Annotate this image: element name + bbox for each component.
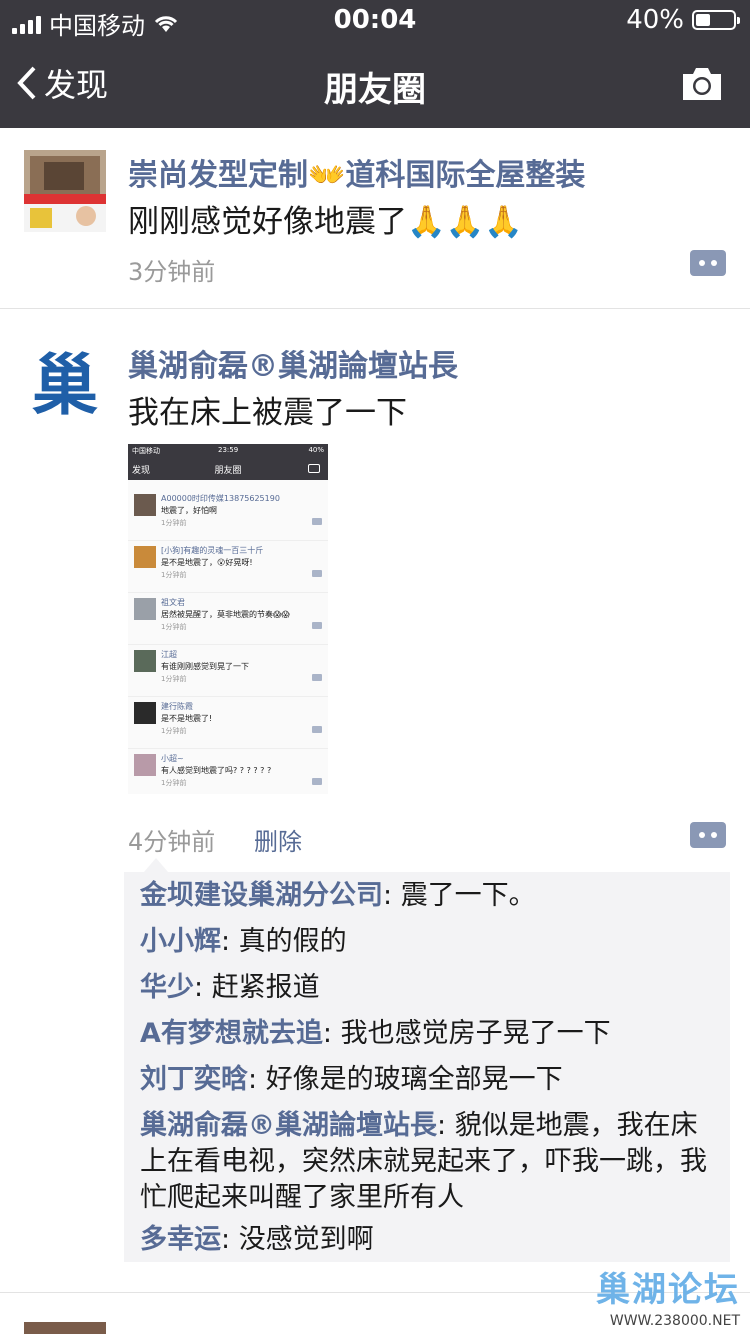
- avatar-glyph: 巢: [32, 347, 98, 424]
- shot-item-text: 是不是地震了!: [161, 714, 213, 723]
- watermark-title: 巢湖论坛: [596, 1270, 740, 1310]
- shot-avatar: [134, 546, 156, 568]
- camera-icon[interactable]: [680, 64, 724, 104]
- watermark-url: WWW.238000.NET: [609, 1313, 740, 1329]
- shot-feed-item: 祖文君居然被晃醒了，莫非地震的节奏😱😱 1分钟前: [128, 592, 328, 645]
- shot-item-name: A00000时印传媒13875625190: [161, 494, 280, 503]
- comment-author[interactable]: 刘丁奕晗: [140, 1064, 248, 1095]
- comment-author[interactable]: 巢湖俞磊®巢湖論壇站長: [140, 1110, 437, 1141]
- shot-feed-item: A00000时印传媒13875625190 地震了，好怕啊 1分钟前: [128, 488, 328, 541]
- comment-menu-button[interactable]: [690, 250, 726, 276]
- delete-button[interactable]: 删除: [254, 822, 302, 857]
- shot-item-text: 有谁刚刚感觉到晃了一下: [161, 662, 249, 671]
- comment-author[interactable]: 多幸运: [140, 1224, 221, 1255]
- post-text: 刚刚感觉好像地震了🙏🙏🙏: [128, 204, 523, 240]
- comment-text: 震了一下。: [400, 880, 536, 911]
- shot-title: 朋友圈: [214, 466, 242, 476]
- comment-author[interactable]: 金坝建设巢湖分公司: [140, 880, 383, 911]
- top-bar: 中国移动 00:04 40% 发现 朋友圈: [0, 0, 750, 128]
- shot-feed-item: 小超~ 有人感觉到地震了吗? ? ? ? ? ? 1分钟前: [128, 748, 328, 794]
- post-time: 3分钟前: [128, 258, 216, 286]
- shot-item-time: 1分钟前: [161, 727, 187, 735]
- user-avatar[interactable]: 巢: [24, 339, 106, 424]
- post-text: 我在床上被震了一下: [128, 395, 407, 431]
- shot-item-text: 地震了，好怕啊: [161, 506, 217, 515]
- comment-menu-button[interactable]: [690, 822, 726, 848]
- comment-text: 真的假的: [238, 926, 347, 957]
- comment-item: A有梦想就去追: 我也感觉房子晃了一下: [140, 1018, 611, 1049]
- shot-carrier: 中国移动: [132, 447, 160, 455]
- comment-item: 华少: 赶紧报道: [140, 972, 320, 1003]
- comment-item: 小小辉: 真的假的: [140, 926, 347, 957]
- shot-item-time: 1分钟前: [161, 571, 187, 579]
- page-title: 朋友圈: [324, 70, 426, 110]
- shot-comment-icon: [312, 518, 322, 525]
- comment-author[interactable]: 华少: [140, 972, 194, 1003]
- shot-feed-item: 建行陈霞是不是地震了! 1分钟前: [128, 696, 328, 749]
- shot-comment-icon: [312, 570, 322, 577]
- shot-camera-icon: [308, 464, 320, 473]
- comment-author[interactable]: 小小辉: [140, 926, 221, 957]
- shot-item-time: 1分钟前: [161, 623, 187, 631]
- shot-avatar: [134, 494, 156, 516]
- moment-post: 崇尚发型定制👐道科国际全屋整装 刚刚感觉好像地震了🙏🙏🙏 3分钟前: [0, 128, 750, 308]
- comment-author[interactable]: A有梦想就去追: [140, 1018, 323, 1049]
- shot-item-name: [小狗]有趣的灵魂一百三十斤: [161, 546, 264, 555]
- shot-item-name: 江超: [161, 650, 177, 659]
- shot-item-time: 1分钟前: [161, 675, 187, 683]
- shot-item-text: 居然被晃醒了，莫非地震的节奏😱😱: [161, 610, 290, 619]
- shot-item-name: 建行陈霞: [161, 702, 193, 711]
- status-bar: 中国移动 00:04 40%: [0, 0, 750, 40]
- shot-time: 23:59: [218, 446, 239, 454]
- shot-feed-item: 江超有谁刚刚感觉到晃了一下 1分钟前: [128, 644, 328, 697]
- battery-icon: [692, 10, 740, 30]
- shot-item-time: 1分钟前: [161, 519, 187, 527]
- comment-text: 没感觉到啊: [238, 1224, 374, 1255]
- shot-battery: 40%: [308, 446, 324, 454]
- shot-comment-icon: [312, 674, 322, 681]
- comment-item: 金坝建设巢湖分公司: 震了一下。: [140, 880, 536, 911]
- user-avatar[interactable]: [24, 150, 106, 232]
- shot-comment-icon: [312, 726, 322, 733]
- post-time: 4分钟前: [128, 828, 216, 856]
- comment-text: 好像是的玻璃全部晃一下: [265, 1064, 563, 1095]
- comment-text: 我也感觉房子晃了一下: [340, 1018, 611, 1049]
- shot-item-name: 小超~: [161, 754, 184, 763]
- comment-item: 巢湖俞磊®巢湖論壇站長: 貌似是地震，我在床上在看电视，突然床就晃起来了，吓我一…: [140, 1110, 707, 1213]
- shot-nav: 发现 朋友圈: [128, 458, 328, 480]
- post-image[interactable]: 中国移动 23:59 40% 发现 朋友圈 A00000时印传媒13875625…: [128, 444, 328, 794]
- status-right: 40%: [626, 5, 740, 35]
- shot-item-text: 是不是地震了，😮好晃呀!: [161, 558, 253, 567]
- post-author[interactable]: 巢湖俞磊®巢湖論壇站長: [128, 341, 458, 385]
- shot-item-text: 有人感觉到地震了吗? ? ? ? ? ?: [161, 766, 272, 775]
- nav-bar: 发现 朋友圈: [0, 40, 750, 128]
- shot-comment-icon: [312, 622, 322, 629]
- watermark: 巢湖论坛 WWW.238000.NET: [596, 1262, 740, 1329]
- shot-item-time: 1分钟前: [161, 779, 187, 787]
- shot-avatar: [134, 598, 156, 620]
- battery-percent: 40%: [626, 5, 684, 35]
- shot-avatar: [134, 754, 156, 776]
- shot-avatar: [134, 650, 156, 672]
- shot-item-name: 祖文君: [161, 598, 185, 607]
- comment-item: 刘丁奕晗: 好像是的玻璃全部晃一下: [140, 1064, 563, 1095]
- next-post-avatar: [24, 1322, 106, 1334]
- comment-item: 多幸运: 没感觉到啊: [140, 1224, 374, 1255]
- shot-comment-icon: [312, 778, 322, 785]
- comment-text: 赶紧报道: [211, 972, 320, 1003]
- comment-list: 金坝建设巢湖分公司: 震了一下。 小小辉: 真的假的 华少: 赶紧报道 A有梦想…: [124, 858, 730, 1262]
- post-author[interactable]: 崇尚发型定制👐道科国际全屋整装: [128, 150, 585, 194]
- shot-feed-item: [小狗]有趣的灵魂一百三十斤 是不是地震了，😮好晃呀! 1分钟前: [128, 540, 328, 593]
- shot-avatar: [134, 702, 156, 724]
- shot-status-bar: 中国移动 23:59 40%: [128, 444, 328, 458]
